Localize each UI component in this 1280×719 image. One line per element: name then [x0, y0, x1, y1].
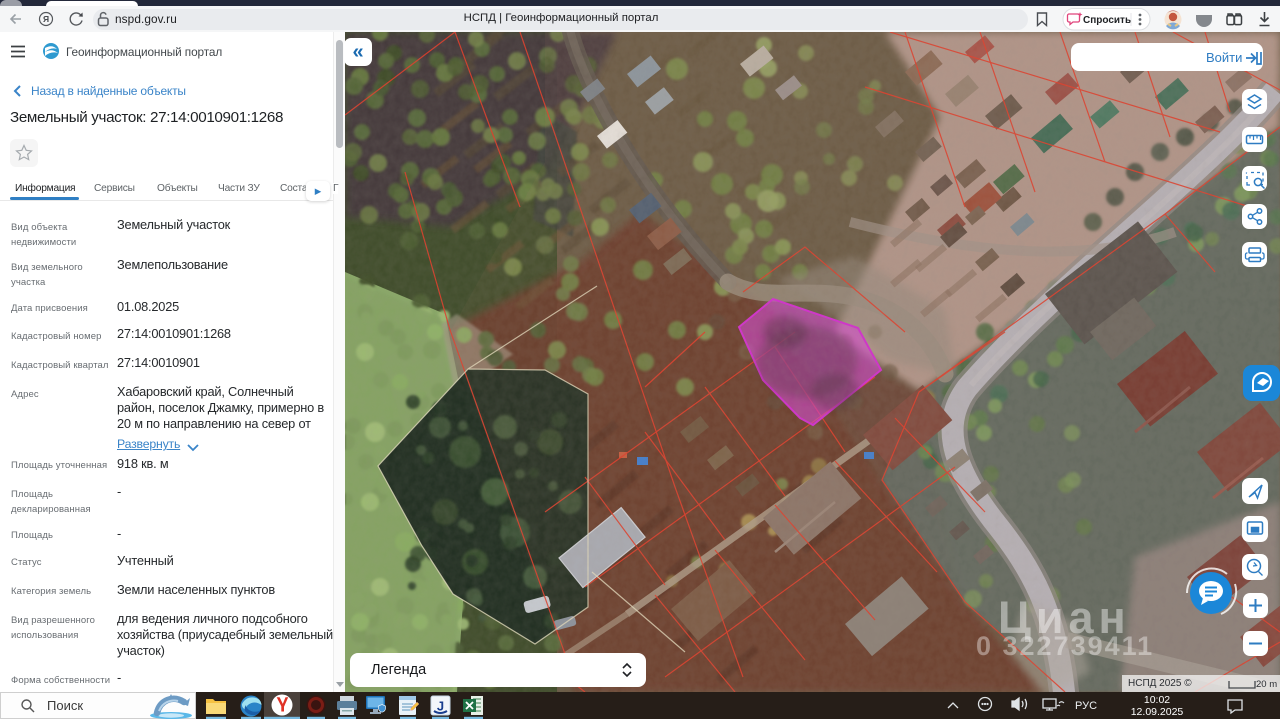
svg-text:Спросить: Спросить [1083, 15, 1131, 26]
svg-text:Я: Я [43, 14, 49, 24]
svg-text:J: J [437, 699, 444, 714]
svg-text:РУС: РУС [1075, 700, 1097, 712]
